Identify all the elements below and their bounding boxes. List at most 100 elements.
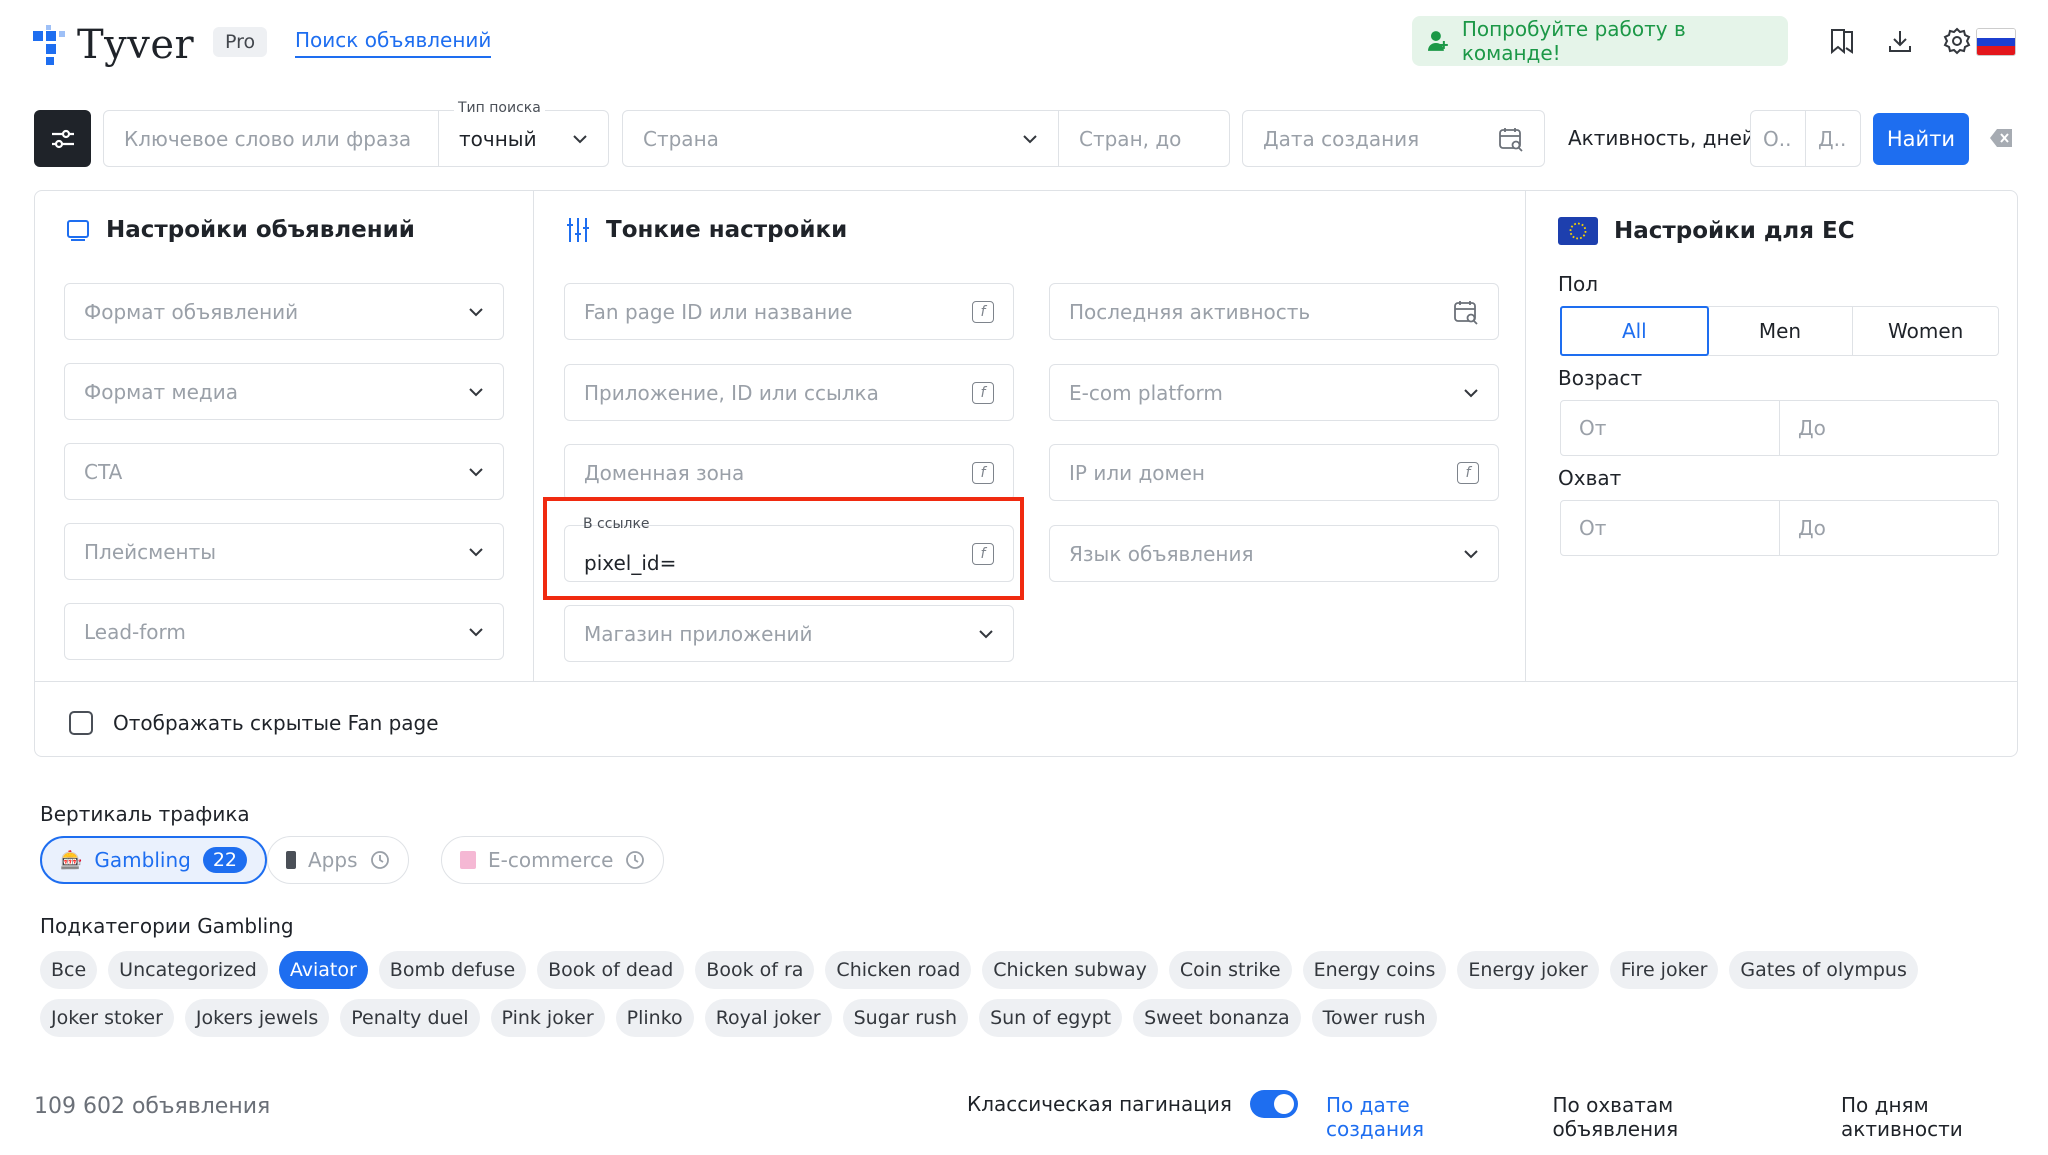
subcategory-tag[interactable]: Plinko (615, 999, 694, 1037)
search-type-select[interactable]: точный (438, 110, 609, 167)
download-icon[interactable] (1883, 24, 1917, 58)
chevron-down-icon (469, 307, 483, 316)
subcategory-tag[interactable]: Penalty duel (340, 999, 480, 1037)
ecom-platform-select[interactable]: E-com platform (1049, 364, 1499, 421)
domain-zone-input[interactable]: Доменная зона f (564, 444, 1014, 501)
ad-settings-select-label: CTA (84, 459, 123, 484)
ad-settings-select[interactable]: Формат медиа (64, 363, 504, 420)
vertical-apps-label: Apps (308, 848, 358, 872)
country-to-input[interactable]: Стран, до (1058, 110, 1230, 167)
results-count: 109 602 объявления (34, 1094, 271, 1119)
clock-icon (626, 851, 645, 869)
calendar-search-icon (1499, 127, 1523, 152)
age-to-input[interactable]: До (1780, 401, 1998, 455)
activity-to-input[interactable]: Д.. (1805, 110, 1861, 167)
sort-by-reach[interactable]: По охватам объявления (1552, 1093, 1795, 1155)
subcategories-label: Подкатегории Gambling (40, 914, 294, 938)
gender-segmented-control: All Men Women (1560, 306, 1999, 356)
ad-settings-select[interactable]: Плейсменты (64, 523, 504, 580)
bookmarks-icon[interactable] (1825, 24, 1859, 58)
gender-option-women[interactable]: Women (1853, 307, 1998, 355)
ad-settings-select[interactable]: Формат объявлений (64, 283, 504, 340)
pagination-toggle-row: Классическая пагинация (967, 1090, 1298, 1118)
gear-icon[interactable] (1940, 24, 1974, 58)
vertical-apps[interactable]: Apps (267, 836, 409, 884)
hidden-fanpage-checkbox[interactable] (69, 711, 93, 735)
sort-by-activity[interactable]: По дням активности (1841, 1093, 2048, 1155)
vertical-gambling-count: 22 (202, 847, 248, 873)
subcategory-tag[interactable]: Tower rush (1311, 999, 1437, 1037)
subcategory-tag[interactable]: Uncategorized (108, 951, 268, 989)
app-store-select[interactable]: Магазин приложений (564, 605, 1014, 662)
ip-domain-input[interactable]: IP или домен f (1049, 444, 1499, 501)
ecom-placeholder: E-com platform (1069, 380, 1223, 405)
sort-by-date[interactable]: По дате создания (1326, 1093, 1506, 1155)
team-cta-label: Попробуйте работу в команде! (1461, 17, 1686, 65)
subcategory-tag[interactable]: Sun of egypt (979, 999, 1123, 1037)
reach-from-input[interactable]: От (1561, 501, 1780, 555)
language-flag-ru[interactable] (1976, 28, 2016, 56)
pro-badge: Pro (213, 27, 268, 57)
ad-language-placeholder: Язык объявления (1069, 541, 1254, 566)
created-date-input[interactable]: Дата создания (1242, 110, 1545, 167)
subcategory-tag[interactable]: Book of dead (537, 951, 685, 989)
clock-icon (370, 851, 389, 869)
phone-icon (286, 851, 296, 869)
team-cta-button[interactable]: Попробуйте работу в команде! (1412, 16, 1788, 66)
hidden-fanpage-option[interactable]: Отображать скрытые Fan page (69, 711, 439, 735)
clear-icon[interactable] (1990, 128, 2014, 152)
ad-settings-select-label: Плейсменты (84, 539, 217, 564)
country-select[interactable]: Страна (622, 110, 1059, 167)
subcategory-tag[interactable]: Jokers jewels (184, 999, 330, 1037)
gender-option-men[interactable]: Men (1708, 307, 1854, 355)
panel-divider (1525, 190, 1526, 681)
subcategory-tag[interactable]: Fire joker (1609, 951, 1719, 989)
subcategory-tag[interactable]: Chicken subway (982, 951, 1158, 989)
classic-pagination-toggle[interactable] (1249, 1090, 1298, 1118)
vertical-ecommerce[interactable]: E-commerce (441, 836, 665, 884)
ad-settings-select[interactable]: CTA (64, 443, 504, 500)
activity-from-input[interactable]: О.. (1750, 110, 1806, 167)
highlight-box (543, 497, 1024, 600)
ad-settings-select[interactable]: Lead-form (64, 603, 504, 660)
app-input[interactable]: Приложение, ID или ссылка f (564, 364, 1014, 421)
chevron-down-icon (469, 467, 483, 476)
age-from-input[interactable]: От (1561, 401, 1780, 455)
reach-label: Охват (1558, 466, 1622, 490)
gender-option-all[interactable]: All (1560, 306, 1709, 356)
subcategory-tag[interactable]: Gates of olympus (1729, 951, 1918, 989)
reach-to-input[interactable]: До (1780, 501, 1998, 555)
chevron-down-icon (469, 547, 483, 556)
nav-link-ad-search[interactable]: Поиск объявлений (295, 28, 492, 58)
vertical-ecommerce-label: E-commerce (488, 848, 614, 872)
subcategory-tag[interactable]: Royal joker (704, 999, 832, 1037)
keyword-input[interactable]: Ключевое слово или фраза (103, 110, 439, 167)
subcategory-tag[interactable]: Sweet bonanza (1133, 999, 1301, 1037)
subcategory-tag[interactable]: Coin strike (1168, 951, 1292, 989)
fanpage-input[interactable]: Fan page ID или название f (564, 283, 1014, 340)
vertical-gambling[interactable]: 🎰 Gambling 22 (40, 836, 268, 884)
ad-frame-icon (67, 220, 89, 241)
subcategory-tag[interactable]: Bomb defuse (378, 951, 527, 989)
subcategory-tag[interactable]: Energy coins (1302, 951, 1447, 989)
search-type-value: точный (459, 126, 537, 151)
chevron-down-icon (1464, 549, 1478, 558)
subcategory-tag[interactable]: Pink joker (490, 999, 605, 1037)
subcategory-tag[interactable]: Aviator (278, 951, 368, 989)
function-icon: f (972, 381, 994, 404)
logo[interactable]: Tyver (33, 22, 194, 68)
subcategory-tag[interactable]: Joker stoker (40, 999, 174, 1037)
subcategory-tag[interactable]: Sugar rush (842, 999, 969, 1037)
activity-from-placeholder: О.. (1763, 126, 1792, 151)
ad-settings-select-label: Lead-form (84, 619, 186, 644)
subcategory-tag[interactable]: Book of ra (695, 951, 815, 989)
ad-language-select[interactable]: Язык объявления (1049, 525, 1499, 582)
reach-range: От До (1560, 500, 1999, 556)
subcategory-tag[interactable]: Energy joker (1457, 951, 1599, 989)
filters-toggle-button[interactable] (34, 110, 91, 167)
find-button[interactable]: Найти (1873, 113, 1969, 165)
chevron-down-icon (1023, 134, 1037, 143)
last-activity-input[interactable]: Последняя активность (1049, 283, 1499, 340)
subcategory-tag[interactable]: Все (40, 951, 98, 989)
subcategory-tag[interactable]: Chicken road (825, 951, 972, 989)
